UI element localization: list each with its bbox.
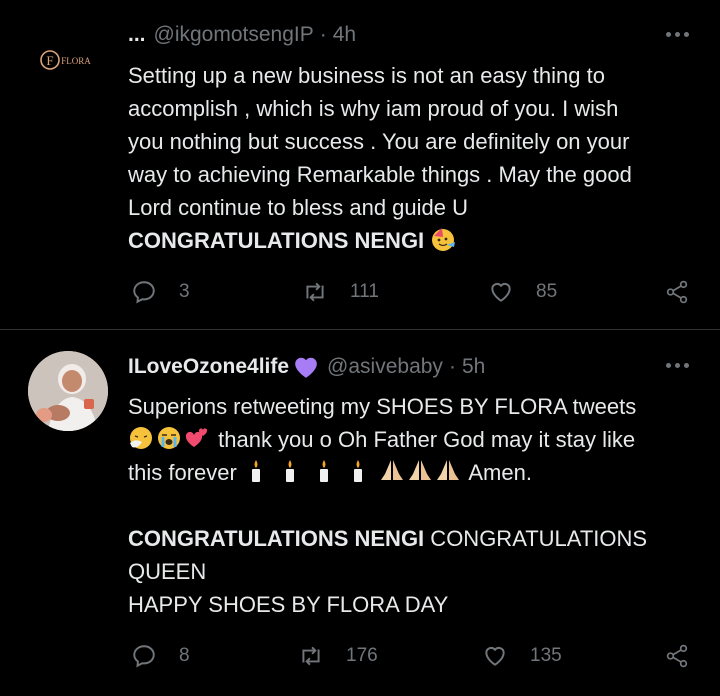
purple-heart-icon <box>295 357 317 378</box>
avatar[interactable]: F FLORA <box>28 22 108 102</box>
tweet-divider <box>0 329 720 330</box>
two-hearts-emoji <box>185 428 208 447</box>
tweet-line: Superions retweeting my SHOES BY FLORA t… <box>128 394 637 419</box>
avatar-photo-icon <box>28 351 108 431</box>
tweet-actions: 3 111 85 <box>0 277 720 307</box>
reply-icon <box>133 281 155 304</box>
candle-emoji <box>354 460 363 482</box>
retweet-button[interactable]: 176 <box>298 641 378 671</box>
like-count: 85 <box>536 281 558 302</box>
candle-emoji <box>251 460 260 482</box>
svg-text:F: F <box>46 53 53 68</box>
reply-button[interactable]: 3 <box>131 277 190 307</box>
user-handle[interactable]: @ikgomotsengIP <box>154 23 314 47</box>
candle-emoji <box>286 460 295 482</box>
separator: · <box>448 355 456 378</box>
tweet-line: you nothing but success . You are defini… <box>128 129 630 154</box>
tweet-line: HAPPY SHOES BY FLORA DAY <box>128 592 449 617</box>
tweet-text: Setting up a new business is not an easy… <box>128 59 698 257</box>
user-handle[interactable]: @asivebaby <box>327 355 443 379</box>
like-count: 135 <box>530 645 562 666</box>
like-icon <box>491 282 511 302</box>
tweet-line: accomplish , which is why iam proud of y… <box>128 96 619 121</box>
crying-face-emoji <box>158 427 180 449</box>
party-face-emoji <box>432 228 456 251</box>
tweet-line-bold: CONGRATULATIONS NENGI <box>128 224 698 257</box>
reply-button[interactable]: 8 <box>131 641 190 671</box>
tweet-line: Setting up a new business is not an easy… <box>128 63 605 88</box>
more-icon[interactable] <box>666 31 690 39</box>
sneezing-face-emoji <box>130 427 152 449</box>
tweet-line: QUEEN <box>128 559 207 584</box>
avatar[interactable] <box>28 351 108 431</box>
tweet-actions: 8 176 135 <box>0 641 720 671</box>
thank-you-text: thank you o Oh Father God may it stay li… <box>218 427 636 452</box>
praying-hands-emoji <box>381 460 404 480</box>
candle-emoji <box>320 460 329 482</box>
name-dots[interactable]: ... <box>128 23 146 47</box>
praying-hands-emoji <box>409 460 432 480</box>
separator: · <box>319 23 327 46</box>
retweet-button[interactable]: 111 <box>302 277 379 307</box>
forever-text: this forever <box>128 460 237 485</box>
like-button[interactable]: 85 <box>488 277 557 307</box>
reply-icon <box>133 645 155 668</box>
share-icon <box>666 644 688 668</box>
tweet-line: thank you o Oh Father God may it stay li… <box>128 423 698 456</box>
timestamp[interactable]: 4h <box>333 23 356 47</box>
congrats-text: CONGRATULATIONS NENGI <box>128 228 425 253</box>
tweet-line: Lord continue to bless and guide U <box>128 195 469 220</box>
tweet-header: ... @ikgomotsengIP · 4h <box>128 20 356 50</box>
congrats-bold-text: CONGRATULATIONS NENGI <box>128 526 425 551</box>
retweet-icon <box>302 646 320 666</box>
retweet-count: 176 <box>346 645 378 666</box>
retweet-count: 111 <box>350 281 379 302</box>
tweet-line: way to achieving Remarkable things . May… <box>128 162 632 187</box>
svg-text:FLORA: FLORA <box>61 56 91 66</box>
timestamp[interactable]: 5h <box>462 355 485 379</box>
amen-text: Amen. <box>468 460 532 485</box>
share-button[interactable] <box>664 277 712 307</box>
praying-hands-emoji <box>437 460 460 480</box>
flora-logo-icon: F FLORA <box>28 22 108 102</box>
retweet-icon <box>306 282 324 302</box>
like-button[interactable]: 135 <box>482 641 562 671</box>
congrats-text: CONGRATULATIONS <box>424 526 648 551</box>
share-button[interactable] <box>664 641 712 671</box>
tweet-header: ILoveOzone4life @asivebaby · 5h <box>128 352 485 382</box>
reply-count: 8 <box>179 645 190 666</box>
like-icon <box>485 646 505 666</box>
tweet-text: Superions retweeting my SHOES BY FLORA t… <box>128 390 698 621</box>
share-icon <box>666 280 688 304</box>
tweet-line: this forever Amen. <box>128 456 698 489</box>
more-icon[interactable] <box>666 362 690 370</box>
tweet-line: CONGRATULATIONS NENGI CONGRATULATIONS <box>128 522 698 555</box>
display-name[interactable]: ILoveOzone4life <box>128 355 289 379</box>
reply-count: 3 <box>179 281 190 302</box>
